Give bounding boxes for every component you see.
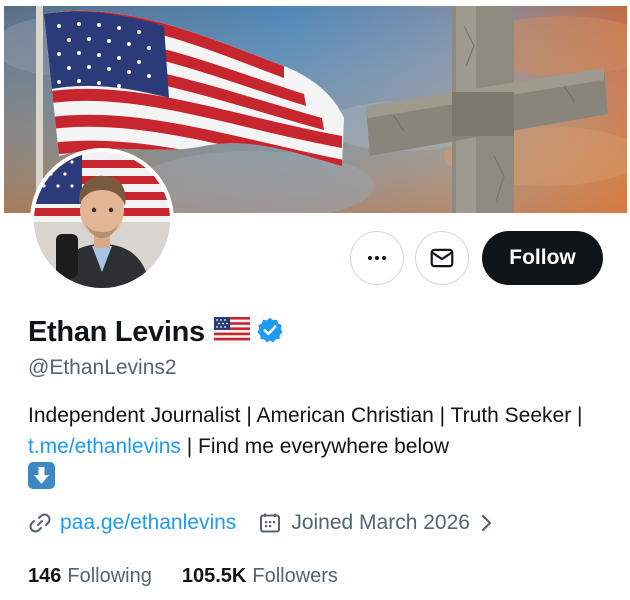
followers-label: Followers bbox=[252, 564, 338, 587]
verified-badge-icon[interactable] bbox=[256, 316, 284, 349]
follow-button[interactable]: Follow bbox=[482, 231, 603, 285]
bio: Independent Journalist | American Christ… bbox=[28, 400, 603, 493]
envelope-icon bbox=[430, 248, 454, 268]
website-item: paa.ge/ethanlevins bbox=[28, 511, 236, 535]
message-button[interactable] bbox=[415, 231, 469, 285]
bio-text: Independent Journalist | American Christ… bbox=[28, 404, 583, 427]
follow-stats: 146 Following 105.5K Followers bbox=[28, 562, 338, 590]
chevron-right-icon bbox=[481, 514, 492, 532]
more-button[interactable] bbox=[350, 231, 404, 285]
joined-item[interactable]: Joined March 2026 bbox=[258, 511, 494, 535]
name-row: Ethan Levins bbox=[28, 312, 284, 352]
following-count: 146 bbox=[28, 564, 62, 587]
profile-meta: paa.ge/ethanlevins Joined March 2026 bbox=[28, 508, 494, 538]
website-link[interactable]: paa.ge/ethanlevins bbox=[60, 511, 236, 535]
following-label: Following bbox=[67, 564, 152, 587]
followers-count: 105.5K bbox=[181, 564, 247, 587]
down-arrow-emoji bbox=[28, 462, 55, 489]
more-icon bbox=[368, 256, 386, 260]
display-name: Ethan Levins bbox=[28, 315, 205, 348]
avatar[interactable] bbox=[30, 148, 174, 292]
following-stat[interactable]: 146 Following bbox=[28, 565, 152, 588]
link-icon bbox=[29, 513, 51, 533]
bio-text-2: | Find me everywhere below bbox=[180, 435, 449, 458]
followers-stat[interactable]: 105.5K Followers bbox=[182, 565, 338, 588]
us-flag-emoji bbox=[213, 316, 250, 348]
joined-date: Joined March 2026 bbox=[291, 511, 470, 534]
calendar-icon bbox=[260, 513, 281, 533]
bio-link[interactable]: t.me/ethanlevins bbox=[28, 435, 181, 458]
profile-header: Follow Ethan Levins @EthanLevins2 Indepe… bbox=[4, 6, 627, 600]
handle: @EthanLevins2 bbox=[28, 356, 177, 379]
